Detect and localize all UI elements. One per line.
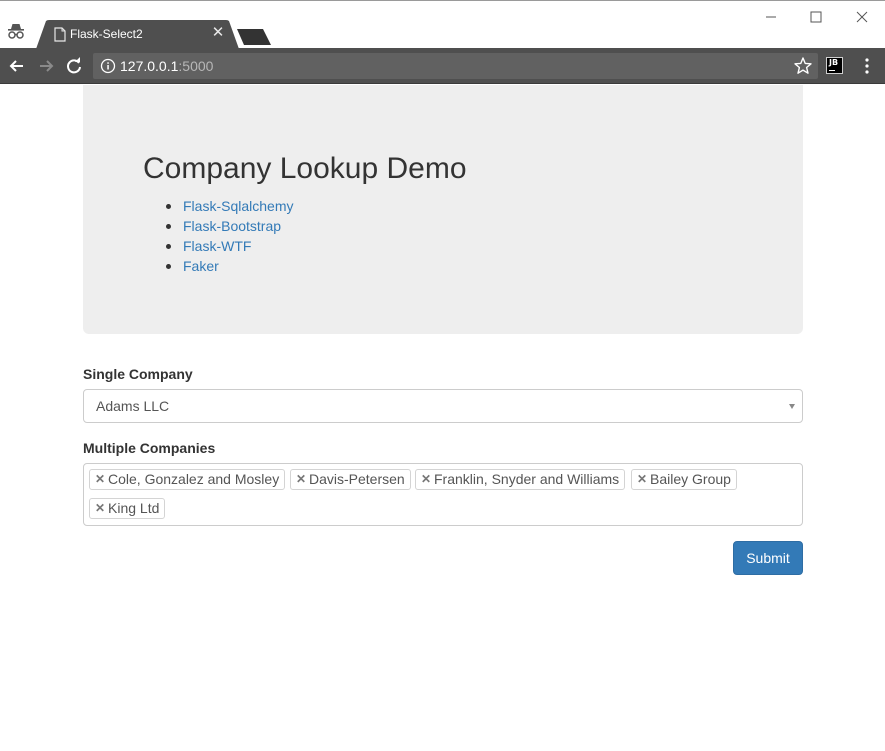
- extension-label: JB: [829, 58, 839, 67]
- document-icon: [54, 27, 66, 42]
- multiple-companies-label: Multiple Companies: [83, 440, 216, 456]
- link-flask-wtf[interactable]: Flask-WTF: [183, 238, 251, 254]
- link-faker[interactable]: Faker: [183, 258, 219, 274]
- browser-titlebar: Flask-Select2 ✕: [0, 0, 885, 49]
- forward-icon[interactable]: [36, 56, 56, 76]
- menu-icon[interactable]: [860, 56, 874, 76]
- bullet: [166, 204, 171, 209]
- jetbrains-extension-icon[interactable]: JB: [826, 57, 843, 74]
- remove-chip-icon[interactable]: ✕: [95, 499, 105, 518]
- single-company-label: Single Company: [83, 366, 193, 382]
- url-port: :5000: [178, 58, 214, 74]
- list-item: Flask-Bootstrap: [143, 217, 293, 237]
- single-company-select[interactable]: Adams LLC: [83, 389, 803, 423]
- browser-tab-active[interactable]: Flask-Select2 ✕: [36, 20, 241, 49]
- incognito-icon: [8, 24, 24, 39]
- selected-company-chip: ✕ Bailey Group: [631, 469, 737, 490]
- chip-label: Franklin, Snyder and Williams: [434, 471, 620, 487]
- star-icon[interactable]: [793, 56, 813, 76]
- back-icon[interactable]: [7, 56, 27, 76]
- chip-label: King Ltd: [108, 500, 160, 516]
- tab-close-icon[interactable]: ✕: [210, 24, 226, 42]
- address-bar[interactable]: 127.0.0.1:5000: [93, 53, 818, 79]
- selected-company: Adams LLC: [96, 398, 170, 414]
- extension-underline: [829, 70, 835, 71]
- chevron-down-icon[interactable]: [789, 404, 795, 409]
- bullet: [166, 224, 171, 229]
- url-text: 127.0.0.1:5000: [120, 58, 213, 74]
- jumbotron: Company Lookup Demo Flask-Sqlalchemy Fla…: [83, 85, 803, 334]
- reload-icon[interactable]: [64, 56, 84, 76]
- chip-label: Cole, Gonzalez and Mosley: [108, 471, 280, 487]
- bullet: [166, 264, 171, 269]
- chip-label: Davis-Petersen: [309, 471, 405, 487]
- bullet: [166, 244, 171, 249]
- url-host: 127.0.0.1: [120, 58, 179, 74]
- maximize-icon[interactable]: [806, 7, 826, 27]
- submit-button[interactable]: Submit: [733, 541, 803, 575]
- list-item: Flask-WTF: [143, 237, 293, 257]
- remove-chip-icon[interactable]: ✕: [421, 470, 431, 489]
- library-links-list: Flask-Sqlalchemy Flask-Bootstrap Flask-W…: [143, 197, 293, 277]
- chip-label: Bailey Group: [650, 471, 731, 487]
- link-flask-bootstrap[interactable]: Flask-Bootstrap: [183, 218, 281, 234]
- selected-company-chip: ✕ Cole, Gonzalez and Mosley: [89, 469, 286, 490]
- browser-toolbar: 127.0.0.1:5000 JB: [0, 48, 885, 84]
- link-flask-sqlalchemy[interactable]: Flask-Sqlalchemy: [183, 198, 293, 214]
- minimize-icon[interactable]: [761, 7, 781, 27]
- info-icon[interactable]: [100, 58, 116, 74]
- tab-title: Flask-Select2: [70, 27, 143, 41]
- remove-chip-icon[interactable]: ✕: [296, 470, 306, 489]
- window-close-icon[interactable]: [852, 7, 872, 27]
- list-item: Flask-Sqlalchemy: [143, 197, 293, 217]
- multiple-companies-select[interactable]: ✕ Cole, Gonzalez and Mosley ✕ Davis-Peters…: [83, 463, 803, 526]
- selected-company-chip: ✕ Franklin, Snyder and Williams: [415, 469, 626, 490]
- selected-company-chip: ✕ Davis-Petersen: [290, 469, 411, 490]
- remove-chip-icon[interactable]: ✕: [95, 470, 105, 489]
- remove-chip-icon[interactable]: ✕: [637, 470, 647, 489]
- selected-company-chip: ✕ King Ltd: [89, 498, 166, 519]
- list-item: Faker: [143, 257, 293, 277]
- page-title: Company Lookup Demo: [143, 152, 467, 185]
- new-tab-button[interactable]: [236, 28, 272, 46]
